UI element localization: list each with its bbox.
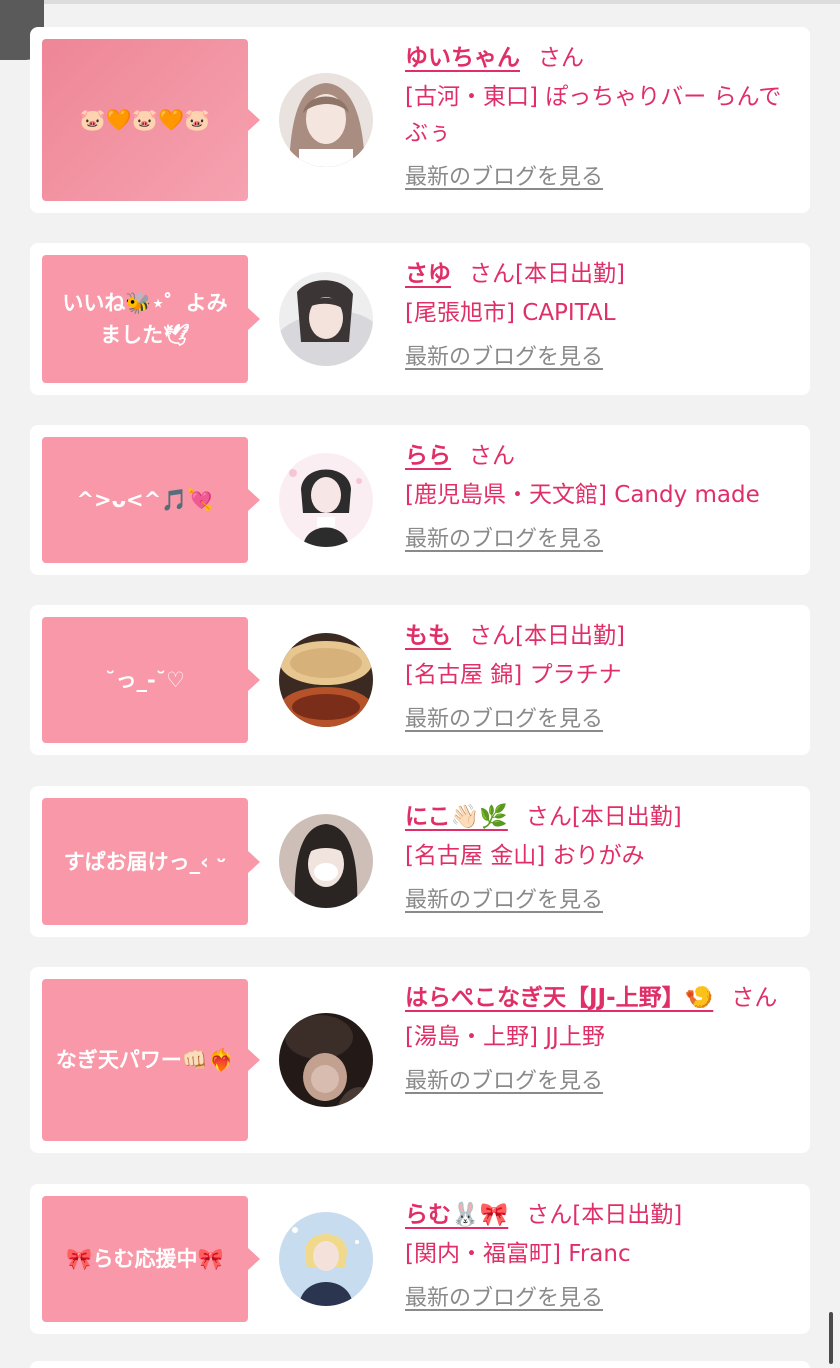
avatar[interactable] [279,814,373,908]
post-info: さゆ さん[本日出勤] [尾張旭市] CAPITAL 最新のブログを見る [405,257,800,373]
name-line: もも さん[本日出勤] [405,619,800,653]
post-card: ˘っ_-˘♡ もも さん[本日出勤] [名古屋 錦] プラチナ 最新のブログを見る [30,605,810,755]
avatar-photo [279,633,373,727]
post-card: いいね🐝⋆゜よみました🕊 さゆ さん[本日出勤] [尾張旭市] CAPITAL 最… [30,243,810,395]
latest-blog-link[interactable]: 最新のブログを見る [405,1067,603,1097]
name-line: にこ👋🏻🌿 さん[本日出勤] [405,800,800,834]
shop-name: [古河・東口] ぽっちゃりバー らんでぶぅ [405,84,782,146]
avatar-photo [279,814,373,908]
shop-name: [名古屋 金山] おりがみ [405,843,645,869]
message-bubble: 🐷🧡🐷🧡🐷 [42,39,260,201]
message-text: ^>ᴗ<^🎵💘 [76,488,214,512]
post-info: ゆいちゃん さん [古河・東口] ぽっちゃりバー らんでぶぅ 最新のブログを見る [405,41,800,193]
scrollbar-thumb[interactable] [829,1312,833,1364]
message-bubble: ˘っ_-˘♡ [42,617,260,743]
work-status: [本日出勤] [515,261,625,287]
cast-name-link[interactable]: さゆ [405,261,451,287]
avatar-photo [279,1013,373,1107]
honorific: さん [469,623,515,649]
post-card: なぎ天パワー👊🏻❤️‍🔥 はらぺこなぎ天【JJ-上野】🍤 さん [湯島・上野] J… [30,967,810,1153]
name-line: らら さん [405,439,800,473]
post-info: にこ👋🏻🌿 さん[本日出勤] [名古屋 金山] おりがみ 最新のブログを見る [405,800,800,916]
avatar[interactable] [279,73,373,167]
cast-name-link[interactable]: らら [405,443,451,469]
message-bubble: すぱお届けっ_‹ ᵕ [42,798,260,925]
shop-name: [名古屋 錦] プラチナ [405,662,622,688]
post-info: らら さん [鹿児島県・天文館] Candy made 最新のブログを見る [405,439,800,555]
post-card: ^>ᴗ<^🎵💘 らら さん [鹿児島県・天文館] Candy made 最新のブ… [30,425,810,575]
latest-blog-link[interactable]: 最新のブログを見る [405,343,603,373]
latest-blog-link[interactable]: 最新のブログを見る [405,705,603,735]
shop-name: [湯島・上野] JJ上野 [405,1024,605,1050]
avatar[interactable] [279,272,373,366]
message-bubble: いいね🐝⋆゜よみました🕊 [42,255,260,383]
honorific: さん [538,45,584,71]
avatar-photo [279,1212,373,1306]
latest-blog-link[interactable]: 最新のブログを見る [405,1284,603,1314]
cast-name-link[interactable]: もも [405,623,451,649]
cast-name-link[interactable]: はらぺこなぎ天【JJ-上野】🍤 [405,985,713,1011]
message-text: ˘っ_-˘♡ [104,668,186,692]
shop-name: [関内・福富町] Franc [405,1241,631,1267]
latest-blog-link[interactable]: 最新のブログを見る [405,163,603,193]
honorific: さん [526,1202,573,1228]
post-info: もも さん[本日出勤] [名古屋 錦] プラチナ 最新のブログを見る [405,619,800,735]
honorific: さん [469,261,515,287]
message-bubble: ^>ᴗ<^🎵💘 [42,437,260,563]
work-status: [本日出勤] [515,623,625,649]
avatar[interactable] [279,633,373,727]
avatar-photo [279,453,373,547]
post-info: らむ🐰🎀 さん[本日出勤] [関内・福富町] Franc 最新のブログを見る [405,1198,800,1314]
avatar[interactable] [279,1212,373,1306]
next-post-card-edge [30,1361,810,1368]
name-line: ゆいちゃん さん [405,41,800,75]
honorific: さん [525,804,572,830]
message-bubble: 🎀らむ応援中🎀 [42,1196,260,1322]
name-line: らむ🐰🎀 さん[本日出勤] [405,1198,800,1232]
work-status: [本日出勤] [572,1202,683,1228]
message-text: 🎀らむ応援中🎀 [66,1247,224,1271]
message-text: なぎ天パワー👊🏻❤️‍🔥 [55,1048,235,1072]
work-status: [本日出勤] [571,804,682,830]
avatar-photo [279,272,373,366]
post-card: すぱお届けっ_‹ ᵕ にこ👋🏻🌿 さん[本日出勤] [名古屋 金山] おりがみ 最… [30,786,810,937]
message-text: すぱお届けっ_‹ ᵕ [63,849,227,874]
avatar[interactable] [279,1013,373,1107]
blog-like-feed-page: 🐷🧡🐷🧡🐷 ゆいちゃん さん [古河・東口] ぽっちゃりバー らんでぶぅ 最新のブ… [0,0,840,1368]
avatar-photo [279,73,373,167]
post-card: 🎀らむ応援中🎀 らむ🐰🎀 さん[本日出勤] [関内・福富町] Franc 最新のブ [30,1184,810,1334]
name-line: はらぺこなぎ天【JJ-上野】🍤 さん [405,981,800,1015]
message-bubble: なぎ天パワー👊🏻❤️‍🔥 [42,979,260,1141]
message-text: いいね🐝⋆゜よみました🕊 [62,291,228,347]
name-line: さゆ さん[本日出勤] [405,257,800,291]
post-info: はらぺこなぎ天【JJ-上野】🍤 さん [湯島・上野] JJ上野 最新のブログを見る [405,981,800,1097]
latest-blog-link[interactable]: 最新のブログを見る [405,886,603,916]
honorific: さん [469,443,515,469]
shop-name: [鹿児島県・天文館] Candy made [405,482,760,508]
cast-name-link[interactable]: にこ👋🏻🌿 [405,804,508,830]
cast-name-link[interactable]: らむ🐰🎀 [405,1202,508,1228]
shop-name: [尾張旭市] CAPITAL [405,300,616,326]
cast-name-link[interactable]: ゆいちゃん [405,45,520,71]
post-card: 🐷🧡🐷🧡🐷 ゆいちゃん さん [古河・東口] ぽっちゃりバー らんでぶぅ 最新のブ… [30,27,810,213]
top-divider [0,0,840,4]
avatar[interactable] [279,453,373,547]
latest-blog-link[interactable]: 最新のブログを見る [405,525,603,555]
honorific: さん [731,985,778,1011]
message-text: 🐷🧡🐷🧡🐷 [79,108,211,132]
